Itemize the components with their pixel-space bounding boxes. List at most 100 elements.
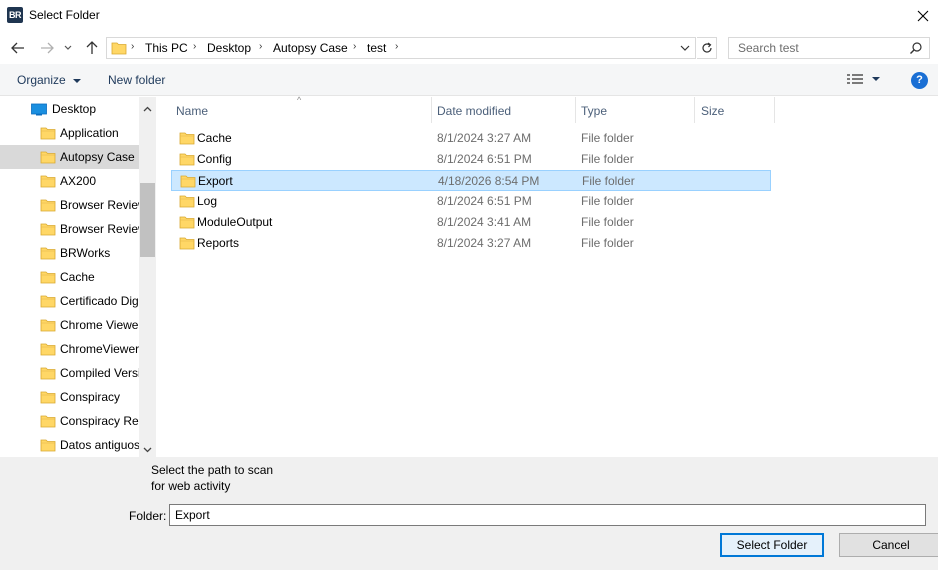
breadcrumb-separator: › [131,41,135,52]
breadcrumb-test[interactable]: test [367,41,386,55]
column-header-size[interactable]: Size [695,97,775,125]
column-divider[interactable] [774,97,775,123]
tree-item-label: BRWorks [60,246,111,260]
file-date-modified: 8/1/2024 6:51 PM [437,152,532,166]
file-type: File folder [581,236,634,250]
tree-item[interactable]: Application [0,121,139,145]
folder-icon [40,294,56,311]
close-button[interactable] [908,0,938,32]
tree-item[interactable]: Certificado Digi [0,289,139,313]
tree-item-label: AX200 [60,174,97,188]
tree-item[interactable]: Datos antiguos [0,433,139,457]
navigation-bar: › This PC › Desktop › Autopsy Case › tes… [0,32,938,64]
recent-locations-button[interactable] [61,38,75,58]
back-button[interactable] [8,38,28,58]
organize-menu[interactable]: Organize [17,73,82,87]
forward-button[interactable] [37,38,57,58]
navigation-pane-scrollbar[interactable] [139,97,156,457]
file-type: File folder [582,174,635,188]
refresh-icon [701,42,712,53]
tree-item[interactable]: Conspiracy [0,385,139,409]
folder-icon [40,318,56,335]
help-button[interactable]: ? [911,72,928,89]
window-title: Select Folder [29,8,100,22]
file-name: Export [198,174,233,188]
tree-item[interactable]: Browser Review [0,217,139,241]
search-input[interactable] [729,38,905,58]
folder-label: Folder: [129,509,167,523]
file-name: Config [197,152,232,166]
chevron-down-icon [143,447,152,453]
tree-item-label: Autopsy Case [60,150,135,164]
tree-item-label: Chrome Viewer [60,318,139,332]
file-type: File folder [581,131,634,145]
desktop-icon [31,102,47,119]
folder-icon [40,438,56,455]
hint-text: Select the path to scan for web activity [151,462,351,494]
tree-item[interactable]: Autopsy Case [0,145,139,169]
file-name: Log [197,194,218,208]
column-header-label: Size [701,104,725,118]
refresh-button[interactable] [697,37,717,59]
tree-item-label: Certificado Digi [60,294,139,308]
folder-icon [40,366,56,383]
breadcrumb-autopsy-case[interactable]: Autopsy Case [273,41,348,55]
new-folder-button[interactable]: New folder [108,73,165,87]
command-toolbar: Organize New folder ? [0,64,938,96]
change-view-button[interactable] [846,73,880,85]
scroll-up-button[interactable] [143,101,152,115]
tree-item[interactable]: BRWorks [0,241,139,265]
address-bar[interactable]: › This PC › Desktop › Autopsy Case › tes… [106,37,696,59]
cancel-button[interactable]: Cancel [839,533,938,557]
file-row[interactable]: Config 8/1/2024 6:51 PM File folder [171,149,771,170]
hint-line: Select the path to scan [151,463,274,477]
tree-item-label: Conspiracy [60,390,121,404]
tree-item-label: Desktop [52,102,97,116]
tree-item-label: Browser Review [60,222,139,236]
chevron-down-icon [680,45,690,51]
up-button[interactable] [82,38,102,58]
select-folder-button[interactable]: Select Folder [720,533,824,557]
file-row[interactable]: Cache 8/1/2024 3:27 AM File folder [171,128,771,149]
tree-item-label: Compiled Versi [60,366,139,380]
folder-icon [40,198,56,215]
search-icon[interactable] [909,41,923,58]
tree-item[interactable]: Cache [0,265,139,289]
file-date-modified: 8/1/2024 6:51 PM [437,194,532,208]
file-row[interactable]: Log 8/1/2024 6:51 PM File folder [171,191,771,212]
tree-item-desktop[interactable]: Desktop [0,97,139,121]
tree-item[interactable]: Compiled Versi [0,361,139,385]
scroll-down-button[interactable] [143,442,152,456]
organize-label: Organize [17,73,66,87]
tree-item[interactable]: AX200 [0,169,139,193]
breadcrumb-this-pc[interactable]: This PC [145,41,188,55]
breadcrumb-separator: › [395,41,399,52]
scroll-thumb[interactable] [140,183,155,257]
breadcrumb-desktop[interactable]: Desktop [207,41,251,55]
file-type: File folder [581,215,634,229]
caret-down-icon [872,77,880,81]
title-bar: BR Select Folder [0,0,938,32]
tree-item[interactable]: Browser Review [0,193,139,217]
tree-item-label: Datos antiguos [60,438,139,452]
search-box[interactable] [728,37,930,59]
column-header-type[interactable]: Type [576,97,694,125]
app-icon: BR [7,7,23,23]
file-row[interactable]: Reports 8/1/2024 3:27 AM File folder [171,233,771,254]
column-header-name[interactable]: Name [157,97,432,125]
breadcrumb-separator: › [259,41,263,52]
file-row[interactable]: Export 4/18/2026 8:54 PM File folder [171,170,771,191]
folder-name-input[interactable] [169,504,926,526]
column-header-date-modified[interactable]: Date modified [432,97,575,125]
folder-icon [40,414,56,431]
address-dropdown-button[interactable] [680,41,694,55]
breadcrumb-separator: › [193,41,197,52]
tree-item[interactable]: Chrome Viewer [0,313,139,337]
file-row[interactable]: ModuleOutput 8/1/2024 3:41 AM File folder [171,212,771,233]
tree-item[interactable]: ChromeViewer [0,337,139,361]
file-date-modified: 4/18/2026 8:54 PM [438,174,540,188]
folder-icon [40,390,56,407]
folder-icon [179,236,195,253]
tree-item[interactable]: Conspiracy Reg [0,409,139,433]
chevron-up-icon [143,106,152,112]
